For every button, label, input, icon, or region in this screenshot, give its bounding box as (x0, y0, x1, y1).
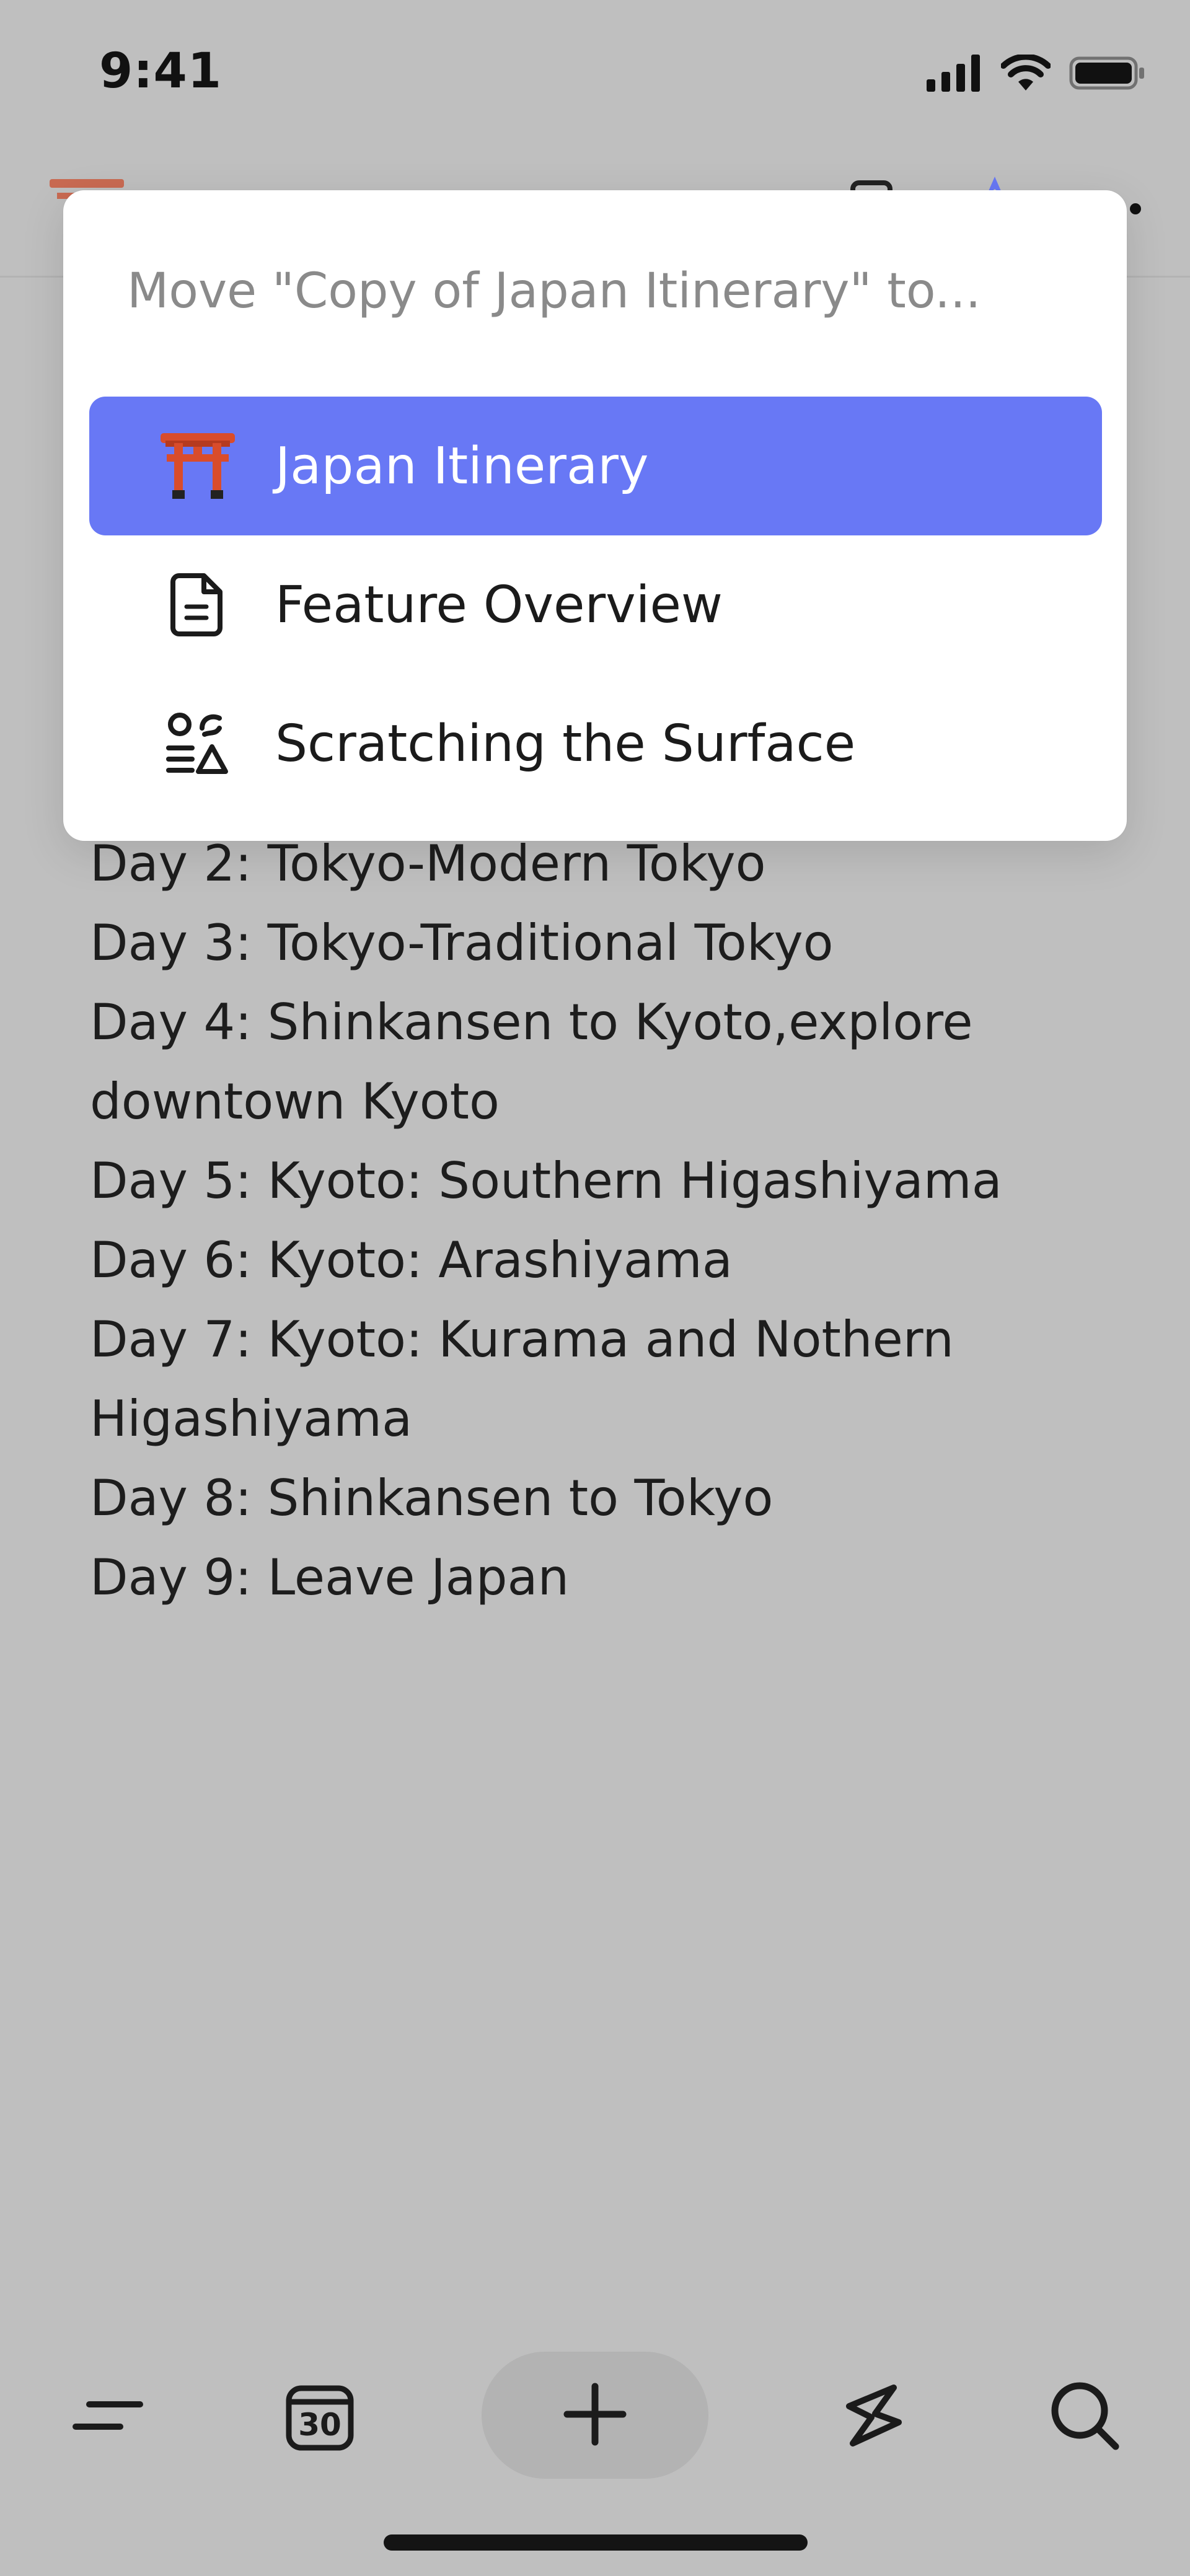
document-line: Day 3: Tokyo-Traditional Tokyo (90, 914, 834, 972)
document-line: Day 8: Shinkansen to Tokyo (90, 1469, 774, 1527)
move-dialog: Move "Copy of Japan Itinerary" to... Jap… (63, 190, 1127, 841)
destination-label: Feature Overview (275, 575, 723, 635)
menu-button[interactable] (46, 2355, 170, 2479)
more-icon[interactable] (1128, 201, 1143, 219)
document-body: Day 2: Tokyo-Modern Tokyo Day 3: Tokyo-T… (90, 824, 1119, 1617)
cellular-signal-icon (927, 55, 982, 94)
destination-item-scratching-the-surface[interactable]: Scratching the Surface (89, 674, 1102, 813)
calendar-button[interactable]: 30 (258, 2355, 382, 2479)
search-icon (1047, 2378, 1122, 2455)
screen: 9:41 Day 2: Tokyo-Modern Tokyo Day 3: To… (0, 0, 1190, 2576)
move-dialog-title: Move "Copy of Japan Itinerary" to... (127, 263, 981, 319)
search-button[interactable] (1023, 2355, 1147, 2479)
home-indicator[interactable] (384, 2534, 808, 2551)
plus-icon (561, 2380, 629, 2451)
document-line: downtown Kyoto (90, 1073, 500, 1130)
document-line: Day 9: Leave Japan (90, 1549, 570, 1606)
calendar-icon: 30 (285, 2382, 355, 2451)
document-line: Day 6: Kyoto: Arashiyama (90, 1231, 733, 1289)
destination-item-feature-overview[interactable]: Feature Overview (89, 535, 1102, 674)
document-line: Day 7: Kyoto: Kurama and Nothern (90, 1311, 954, 1368)
torii-gate-icon (157, 426, 238, 506)
destination-label: Japan Itinerary (275, 436, 649, 496)
add-button[interactable] (482, 2352, 708, 2479)
destination-item-japan-itinerary[interactable]: Japan Itinerary (89, 397, 1102, 535)
menu-icon (71, 2391, 145, 2443)
shapes-icon (157, 703, 238, 784)
status-time: 9:41 (99, 43, 223, 99)
destination-label: Scratching the Surface (275, 714, 856, 773)
bottom-toolbar: 30 (0, 2349, 1190, 2485)
shortcuts-button[interactable] (812, 2355, 936, 2479)
shortcuts-icon (837, 2381, 911, 2452)
calendar-date-label: 30 (298, 2407, 342, 2443)
wifi-icon (1000, 53, 1051, 94)
status-icons (927, 50, 1147, 99)
document-line: Day 4: Shinkansen to Kyoto,explore (90, 993, 973, 1051)
document-icon (157, 565, 238, 645)
document-line: Day 5: Kyoto: Southern Higashiyama (90, 1152, 1002, 1210)
document-line: Higashiyama (90, 1390, 413, 1448)
battery-icon (1069, 55, 1147, 94)
